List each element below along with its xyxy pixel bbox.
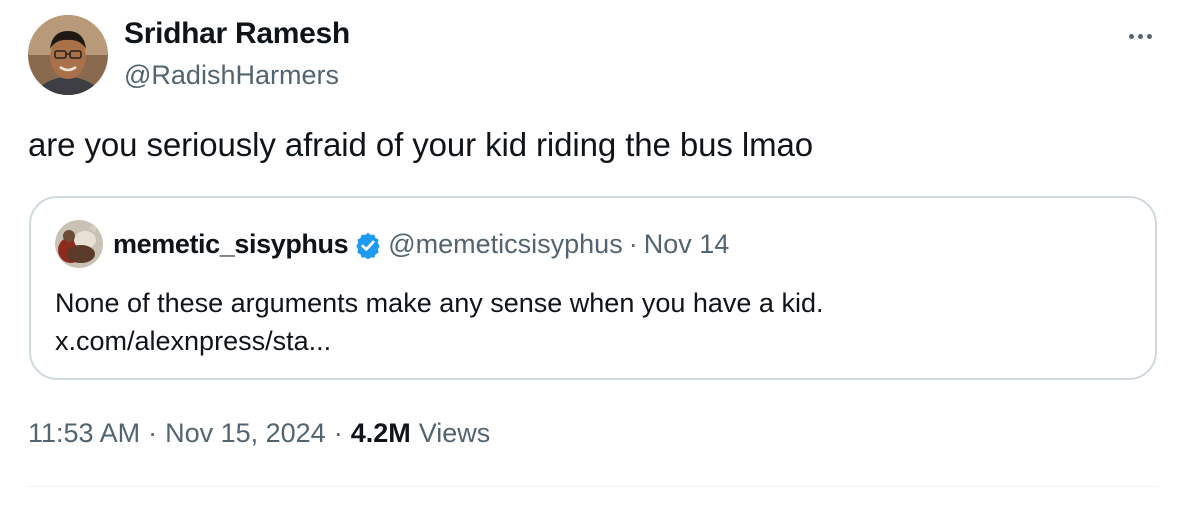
profile-photo-icon	[28, 15, 108, 95]
more-dot	[1137, 33, 1143, 39]
author-handle[interactable]: @RadishHarmers	[124, 60, 339, 91]
ellipsis-icon[interactable]	[1120, 22, 1160, 50]
quoted-link[interactable]: x.com/alexnpress/sta...	[55, 322, 823, 360]
quoted-date[interactable]: Nov 14	[644, 229, 730, 260]
author-name[interactable]: Sridhar Ramesh	[124, 17, 350, 51]
author-avatar[interactable]	[28, 15, 108, 95]
quoted-author-handle[interactable]: @memeticsisyphus	[388, 229, 622, 260]
more-dot	[1128, 33, 1134, 39]
separator-dot: ·	[333, 418, 343, 448]
views-label[interactable]: Views	[419, 418, 491, 449]
quoted-tweet-text: None of these arguments make any sense w…	[55, 284, 823, 360]
tweet-meta: 11:53 AM · Nov 15, 2024 · 4.2M Views	[28, 418, 490, 449]
quoted-header: memetic_sisyphus @memeticsisyphus · Nov …	[113, 229, 729, 260]
tweet-date[interactable]: Nov 15, 2024	[165, 418, 326, 449]
quoted-profile-photo-icon	[55, 220, 103, 268]
divider	[28, 486, 1159, 487]
quoted-text-line: None of these arguments make any sense w…	[55, 288, 824, 318]
separator-dot: ·	[148, 418, 158, 448]
quoted-author-name[interactable]: memetic_sisyphus	[113, 229, 349, 260]
verified-badge-icon	[356, 232, 380, 259]
quoted-author-avatar[interactable]	[55, 220, 103, 268]
separator-dot: ·	[628, 229, 638, 259]
more-dot	[1146, 33, 1152, 39]
quoted-tweet-card[interactable]: memetic_sisyphus @memeticsisyphus · Nov …	[29, 196, 1157, 380]
tweet-text: are you seriously afraid of your kid rid…	[28, 126, 813, 163]
tweet-time[interactable]: 11:53 AM	[28, 418, 140, 449]
views-count[interactable]: 4.2M	[351, 418, 411, 449]
